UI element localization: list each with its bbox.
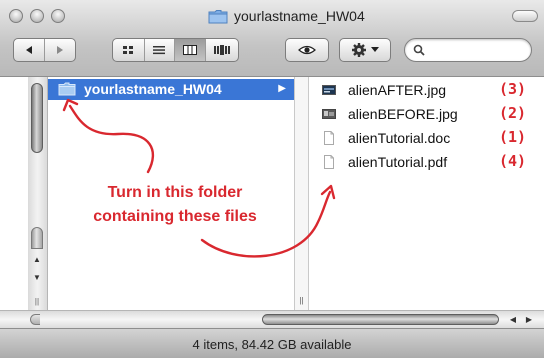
list-view-button[interactable] <box>145 39 176 61</box>
quick-look-control <box>285 38 329 62</box>
zoom-button[interactable] <box>51 9 65 23</box>
action-menu-button[interactable] <box>340 39 390 61</box>
scroll-right-arrow-icon[interactable]: ▶ <box>522 313 536 326</box>
unified-title-toolbar: yourlastname_HW04 <box>0 0 544 77</box>
column-resize-handle-icon[interactable]: || <box>31 297 43 307</box>
column-view-button[interactable] <box>175 39 206 61</box>
back-button[interactable] <box>14 39 45 61</box>
quick-look-button[interactable] <box>286 39 328 61</box>
status-bar: 4 items, 84.42 GB available <box>0 328 544 358</box>
search-icon <box>413 44 425 56</box>
scroll-up-arrow-icon[interactable]: ▲ <box>31 253 43 267</box>
file-order-number: (3) <box>499 80 527 98</box>
file-order-number: (4) <box>499 152 527 170</box>
action-menu-control <box>339 38 391 62</box>
document-icon <box>324 155 334 169</box>
folder-icon <box>58 82 76 96</box>
annotation-text: Turn in this folder containing these fil… <box>93 184 257 225</box>
cover-flow-button[interactable] <box>206 39 238 61</box>
triangle-right-icon <box>57 46 63 54</box>
file-row-alien-tutorial-doc[interactable]: alienTutorial.doc (1) <box>318 127 544 151</box>
icon-view-button[interactable] <box>113 39 145 61</box>
folder-name: yourlastname_HW04 <box>84 81 222 97</box>
file-name: alienTutorial.doc <box>348 130 451 146</box>
file-row-alien-tutorial-pdf[interactable]: alienTutorial.pdf (4) <box>318 151 544 175</box>
grid-icon <box>123 46 134 54</box>
disclosure-arrow-icon: ▶ <box>278 83 286 94</box>
view-mode-control <box>112 38 239 62</box>
gear-icon <box>352 43 366 57</box>
document-icon <box>324 131 334 145</box>
scrollbar-thumb[interactable] <box>31 83 43 153</box>
close-button[interactable] <box>9 9 23 23</box>
file-row-alien-after[interactable]: alienAFTER.jpg (3) <box>318 79 544 103</box>
file-order-number: (1) <box>499 128 527 146</box>
finder-window: yourlastname_HW04 ▲ ▼ || yourlastname_HW… <box>0 0 544 358</box>
chevron-down-icon <box>371 47 379 52</box>
file-name: alienBEFORE.jpg <box>348 106 458 122</box>
selected-folder-row[interactable]: yourlastname_HW04 ▶ <box>48 79 294 100</box>
file-row-alien-before[interactable]: alienBEFORE.jpg (2) <box>318 103 544 127</box>
file-list: alienAFTER.jpg (3) alienBEFORE.jpg (2) a… <box>318 79 544 175</box>
window-title-area: yourlastname_HW04 <box>208 6 365 26</box>
scroll-down-arrow-icon[interactable]: ▼ <box>31 271 43 285</box>
search-field[interactable] <box>404 38 532 62</box>
eye-icon <box>298 45 316 55</box>
file-order-number: (2) <box>499 104 527 122</box>
triangle-left-icon <box>26 46 32 54</box>
folder-icon <box>208 9 228 23</box>
columns-icon <box>182 45 197 55</box>
jpg-thumbnail-icon <box>322 109 336 119</box>
window-title: yourlastname_HW04 <box>234 8 365 24</box>
back-forward-control <box>13 38 76 62</box>
scrollbar-thumb[interactable] <box>262 314 499 325</box>
search-input[interactable] <box>429 42 525 58</box>
horizontal-scrollbar[interactable]: ◀ ▶ <box>0 310 544 328</box>
vertical-scrollbar[interactable]: ▲ ▼ || <box>28 77 48 310</box>
file-name: alienAFTER.jpg <box>348 82 447 98</box>
scrollbar-track-end <box>31 227 43 249</box>
scroll-left-arrow-icon[interactable]: ◀ <box>506 313 520 326</box>
list-icon <box>153 46 166 55</box>
status-text: 4 items, 84.42 GB available <box>192 337 352 352</box>
minimize-button[interactable] <box>30 9 44 23</box>
file-name: alienTutorial.pdf <box>348 154 448 170</box>
forward-button[interactable] <box>45 39 75 61</box>
column-resize-handle-icon[interactable]: || <box>295 295 308 307</box>
jpg-thumbnail-icon <box>322 85 336 95</box>
scrollbar-track-end <box>30 314 40 325</box>
toolbar-toggle-button[interactable] <box>512 10 538 22</box>
cover-flow-icon <box>213 45 230 55</box>
